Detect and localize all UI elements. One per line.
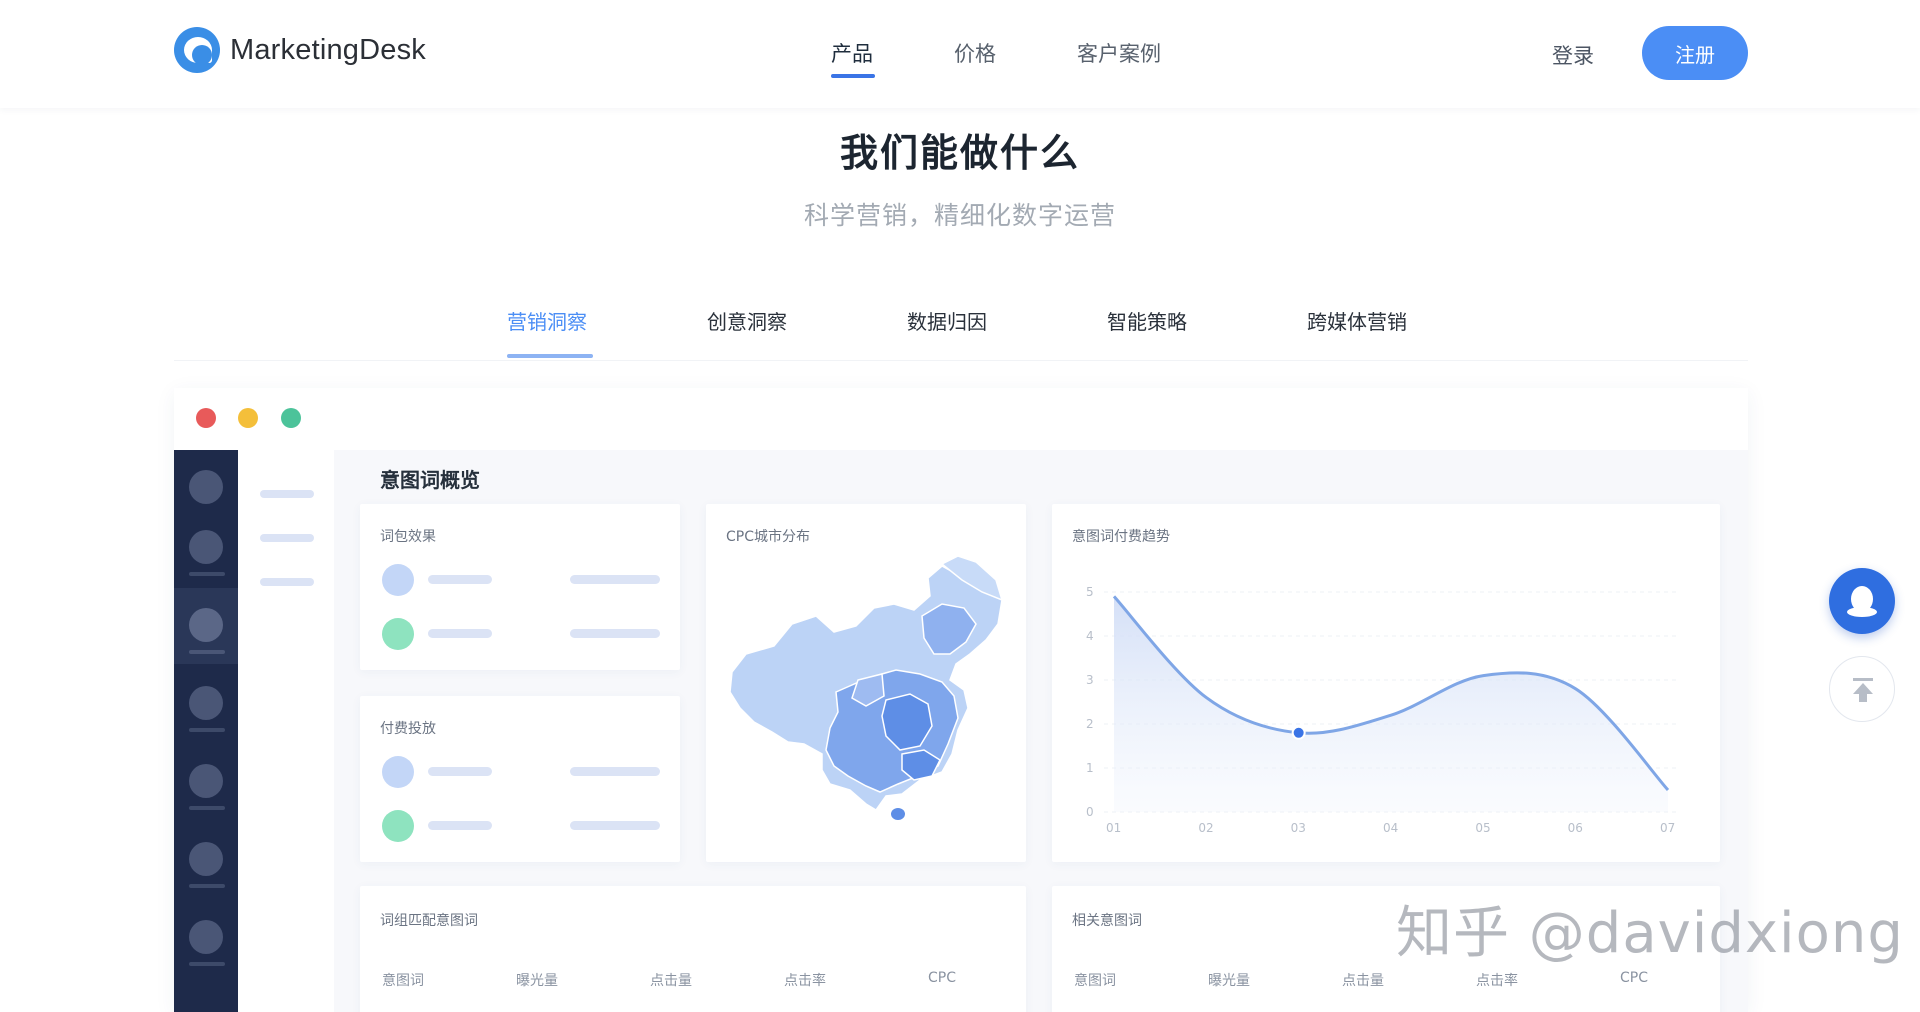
x-tick-label: 01 bbox=[1106, 821, 1121, 835]
column-header: 点击量 bbox=[650, 973, 692, 989]
legend-circle bbox=[382, 756, 414, 788]
nav-item-cases[interactable]: 客户案例 bbox=[1077, 38, 1161, 68]
tab-marketing-insight[interactable]: 营销洞察 bbox=[507, 306, 587, 335]
dark-sidebar bbox=[174, 450, 238, 1012]
nav-item-pricing[interactable]: 价格 bbox=[954, 38, 996, 68]
y-tick-label: 5 bbox=[1086, 585, 1094, 599]
column-header: 点击率 bbox=[1476, 973, 1518, 989]
trend-area bbox=[1114, 596, 1668, 812]
placeholder-bar bbox=[570, 575, 660, 584]
watermark: 知乎 @davidxiong bbox=[1396, 901, 1904, 966]
nav-item-product[interactable]: 产品 bbox=[831, 38, 873, 68]
placeholder-bar bbox=[570, 629, 660, 638]
tabs-divider bbox=[174, 360, 1748, 361]
qq-penguin-icon bbox=[1847, 586, 1877, 617]
section-heading: 我们能做什么 bbox=[839, 131, 1080, 175]
nav-active-underline bbox=[831, 74, 875, 78]
column-header: CPC bbox=[928, 970, 956, 986]
column-header: 曝光量 bbox=[516, 973, 558, 989]
column-header: 意图词 bbox=[1074, 973, 1116, 989]
card-title: 相关意图词 bbox=[1072, 913, 1142, 929]
tab-cross-media[interactable]: 跨媒体营销 bbox=[1307, 306, 1407, 335]
column-header: 点击率 bbox=[784, 973, 826, 989]
placeholder-bar bbox=[428, 821, 492, 830]
highlight-point bbox=[1291, 725, 1306, 740]
submenu-placeholder bbox=[260, 534, 314, 542]
card-title: 付费投放 bbox=[380, 721, 436, 737]
logo-text: MarketingDesk bbox=[230, 33, 426, 66]
logo-icon bbox=[174, 27, 220, 73]
back-to-top-button[interactable] bbox=[1829, 656, 1895, 722]
y-tick-label: 3 bbox=[1086, 673, 1094, 687]
y-tick-label: 4 bbox=[1086, 629, 1094, 643]
feature-tabs: 营销洞察 创意洞察 数据归因 智能策略 跨媒体营销 bbox=[0, 306, 1920, 362]
placeholder-bar bbox=[428, 575, 492, 584]
column-header: 点击量 bbox=[1342, 973, 1384, 989]
placeholder-bar bbox=[570, 767, 660, 776]
trend-line-chart: 01234501 02 03 04 05 06 07 bbox=[1086, 585, 1678, 835]
placeholder-bar bbox=[428, 767, 492, 776]
sidebar-item bbox=[174, 744, 238, 820]
sidebar-item bbox=[174, 510, 238, 586]
tab-creative-insight[interactable]: 创意洞察 bbox=[707, 306, 787, 335]
x-tick-label: 04 bbox=[1383, 821, 1398, 835]
back-to-top-icon bbox=[1853, 678, 1873, 702]
tab-smart-strategy[interactable]: 智能策略 bbox=[1107, 306, 1187, 335]
y-tick-label: 0 bbox=[1086, 805, 1094, 819]
card-phrase-match: 词组匹配意图词 意图词 曝光量 点击量 点击率 CPC bbox=[360, 886, 1026, 1012]
section-subheading: 科学营销，精细化数字运营 bbox=[803, 201, 1116, 230]
overview-title: 意图词概览 bbox=[380, 468, 480, 492]
x-tick-label: 05 bbox=[1475, 821, 1490, 835]
column-header: 曝光量 bbox=[1208, 973, 1250, 989]
card-title: 词包效果 bbox=[380, 529, 436, 545]
x-tick-label: 07 bbox=[1660, 821, 1675, 835]
qq-contact-button[interactable] bbox=[1829, 568, 1895, 634]
card-cpc-map: CPC城市分布 bbox=[706, 504, 1026, 862]
sidebar-item-active bbox=[174, 588, 238, 664]
legend-circle bbox=[382, 810, 414, 842]
submenu-placeholder bbox=[260, 490, 314, 498]
signup-button[interactable]: 注册 bbox=[1642, 26, 1748, 80]
sidebar-item bbox=[174, 666, 238, 742]
column-header: CPC bbox=[1620, 970, 1648, 986]
card-trend-chart: 意图词付费趋势 0 1 2 3 4 5 01 02 03 04 05 06 07 bbox=[1052, 504, 1720, 862]
window-minimize-dot bbox=[238, 408, 258, 428]
x-tick-label: 06 bbox=[1568, 821, 1583, 835]
placeholder-bar bbox=[570, 821, 660, 830]
placeholder-bar bbox=[428, 629, 492, 638]
china-map-icon bbox=[729, 555, 1004, 820]
light-sidebar bbox=[238, 450, 334, 1012]
card-word-effect: 词包效果 bbox=[360, 504, 680, 670]
window-close-dot bbox=[196, 408, 216, 428]
card-title: 词组匹配意图词 bbox=[380, 913, 478, 929]
submenu-placeholder bbox=[260, 578, 314, 586]
legend-circle bbox=[382, 618, 414, 650]
y-tick-label: 1 bbox=[1086, 761, 1094, 775]
tab-data-attribution[interactable]: 数据归因 bbox=[907, 306, 987, 335]
legend-circle bbox=[382, 564, 414, 596]
window-maximize-dot bbox=[281, 408, 301, 428]
window-titlebar bbox=[174, 388, 1748, 450]
column-header: 意图词 bbox=[382, 973, 424, 989]
tab-active-underline bbox=[507, 354, 593, 358]
top-header: MarketingDesk 产品 价格 客户案例 登录 注册 bbox=[0, 0, 1920, 108]
login-link[interactable]: 登录 bbox=[1552, 40, 1594, 70]
x-tick-label: 03 bbox=[1291, 821, 1306, 835]
sidebar-item bbox=[174, 822, 238, 898]
logo[interactable]: MarketingDesk bbox=[174, 26, 426, 74]
y-tick-label: 2 bbox=[1086, 717, 1094, 731]
x-tick-label: 02 bbox=[1198, 821, 1213, 835]
sidebar-item bbox=[174, 900, 238, 976]
card-paid-delivery: 付费投放 bbox=[360, 696, 680, 862]
